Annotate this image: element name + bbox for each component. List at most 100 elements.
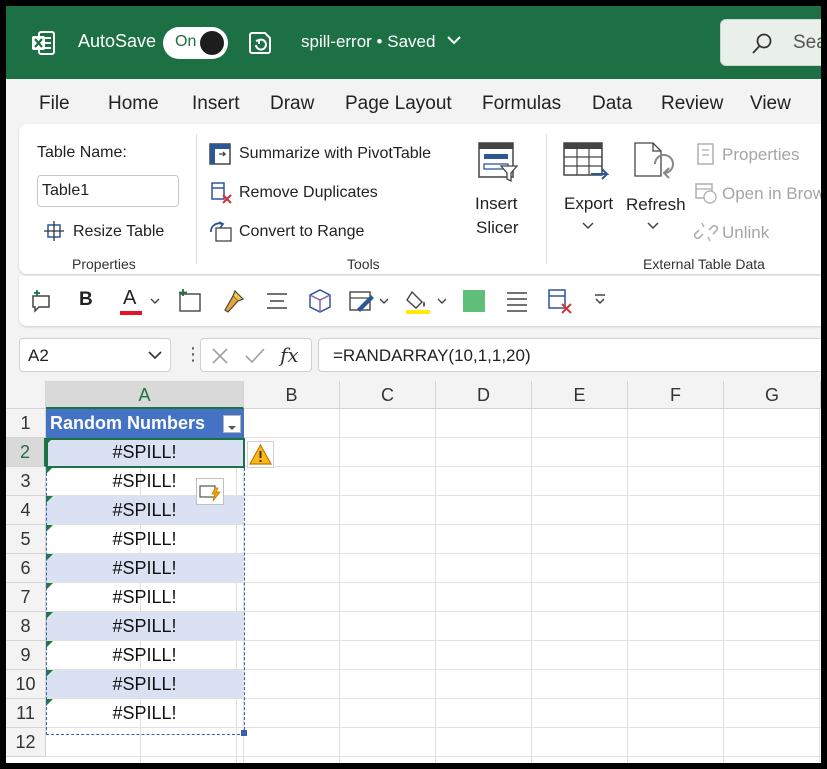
row-header-4[interactable]: 4 [6,496,46,525]
tab-insert[interactable]: Insert [192,93,240,115]
row-header-8[interactable]: 8 [6,612,46,641]
cancel-icon[interactable] [211,347,229,365]
table-name-label: Table Name: [37,144,127,161]
open-in-browser-button[interactable]: Open in Brow [722,184,821,204]
quick-analysis-button[interactable] [196,478,224,505]
new-comment-icon[interactable] [29,289,53,313]
excel-logo-icon[interactable] [30,30,56,56]
row-header-5[interactable]: 5 [6,525,46,554]
error-warning-button[interactable] [247,441,274,468]
export-button[interactable]: Export [564,194,613,214]
group-label-external-table-data: External Table Data [643,256,765,272]
tab-data[interactable]: Data [592,93,632,115]
unlink-icon [694,222,718,242]
row-header-1[interactable]: 1 [6,409,46,438]
row-header-2[interactable]: 2 [6,438,46,467]
chevron-down-icon [228,426,236,430]
table-name-input[interactable]: Table1 [37,175,179,207]
row-header-6[interactable]: 6 [6,554,46,583]
toggle-knob [200,31,224,55]
column-header-d[interactable]: D [436,381,532,409]
ribbon-table-design: Table Name: Table1 Resize Table Properti… [19,124,821,274]
more-options-icon[interactable] [593,293,607,307]
3d-cube-icon[interactable] [306,287,334,315]
summarize-pivottable-button[interactable]: Summarize with PivotTable [239,145,431,163]
tab-page-layout[interactable]: Page Layout [345,93,452,115]
font-color-icon[interactable]: A [123,287,136,310]
convert-to-range-button[interactable]: Convert to Range [239,223,364,241]
tab-formulas[interactable]: Formulas [482,93,561,115]
autosave-toggle[interactable]: On [163,27,228,59]
search-box[interactable]: Sea [720,19,821,66]
table-style-icon[interactable] [347,287,375,315]
bold-icon[interactable]: B [79,289,93,311]
column-header-g[interactable]: G [724,381,821,409]
export-icon [563,142,610,180]
column-header-c[interactable]: C [340,381,436,409]
font-color-swatch [120,311,142,315]
table-header-cell[interactable]: Random Numbers [46,409,244,438]
row-header-12[interactable]: 12 [6,728,46,757]
properties-icon [697,143,714,165]
tab-view[interactable]: View [750,93,791,115]
properties-button[interactable]: Properties [722,145,799,165]
formula-buttons: fx [200,338,312,372]
column-header-b[interactable]: B [244,381,340,409]
chevron-down-icon[interactable] [379,298,389,305]
remove-duplicates-button[interactable]: Remove Duplicates [239,184,378,202]
align-justify-icon[interactable] [505,290,529,312]
title-bar: AutoSave On spill-error • Saved Sea [6,6,821,79]
chevron-down-icon[interactable] [582,222,594,230]
format-painter-icon[interactable] [221,288,247,314]
filter-dropdown-button[interactable] [223,415,241,433]
document-name[interactable]: spill-error • Saved [301,32,435,52]
tab-file[interactable]: File [39,93,70,115]
save-icon[interactable] [247,30,273,56]
toggle-state: On [175,33,197,50]
quick-toolbar: B A [19,276,821,326]
name-box[interactable]: A2 [19,338,171,372]
column-header-e[interactable]: E [532,381,628,409]
table-header-label: Random Numbers [50,413,206,433]
resize-table-button[interactable]: Resize Table [73,223,164,241]
select-all-corner[interactable] [6,381,46,409]
formula-input[interactable]: =RANDARRAY(10,1,1,20) [318,338,821,372]
column-header-a[interactable]: A [46,381,244,409]
chevron-down-icon[interactable] [148,350,162,360]
insert-slicer-line2[interactable]: Slicer [476,218,519,238]
insert-slicer-line1[interactable]: Insert [475,194,518,214]
fill-handle[interactable] [241,730,247,736]
unlink-button[interactable]: Unlink [722,223,769,243]
group-separator [546,134,547,264]
row-header-11[interactable]: 11 [6,699,46,728]
fill-green-icon[interactable] [463,290,485,312]
tab-draw[interactable]: Draw [270,93,314,115]
chevron-down-icon[interactable] [150,298,160,305]
group-label-properties: Properties [72,256,136,272]
insert-table-icon[interactable] [177,288,203,314]
row-header-10[interactable]: 10 [6,670,46,699]
row-header-9[interactable]: 9 [6,641,46,670]
enter-icon[interactable] [244,347,266,365]
resize-table-icon [44,221,64,241]
warning-icon [248,443,273,465]
column-header-f[interactable]: F [628,381,724,409]
row-header-3[interactable]: 3 [6,467,46,496]
align-center-icon[interactable] [265,290,289,312]
insert-function-icon[interactable]: fx [280,343,299,367]
refresh-icon [634,142,674,179]
chevron-down-icon[interactable] [437,298,447,305]
pivottable-icon [209,143,231,165]
chevron-down-icon[interactable] [647,222,659,230]
chevron-down-icon[interactable] [446,32,462,48]
row-header-7[interactable]: 7 [6,583,46,612]
refresh-button[interactable]: Refresh [626,195,686,215]
search-icon [752,33,772,54]
clear-table-icon[interactable] [546,287,574,315]
tab-home[interactable]: Home [108,93,159,115]
fill-color-icon[interactable] [404,287,432,315]
autosave-label: AutoSave [78,31,157,51]
search-placeholder: Sea [793,32,821,53]
tab-review[interactable]: Review [661,93,723,115]
convert-to-range-icon [210,221,232,242]
